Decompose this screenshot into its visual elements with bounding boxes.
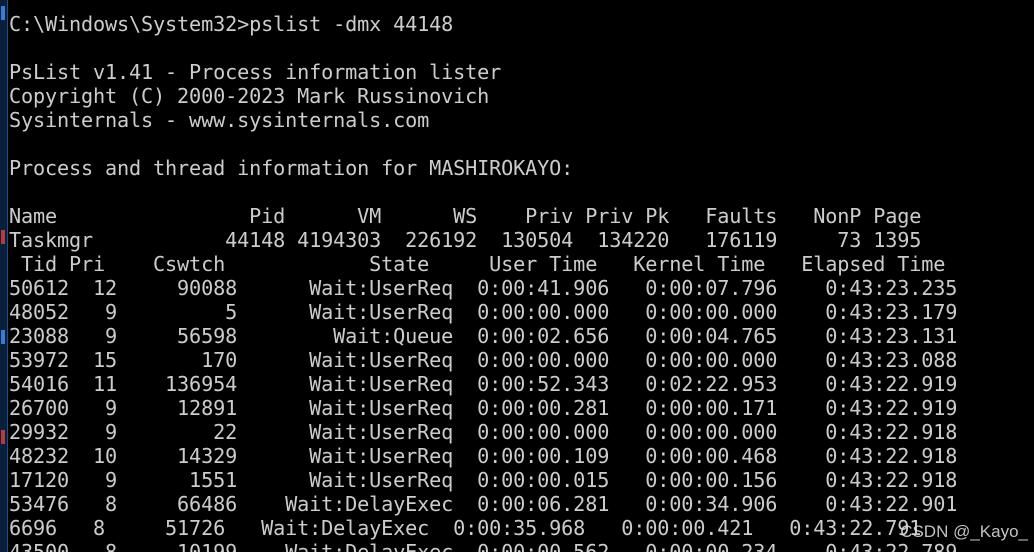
process-row: Taskmgr 44148 4194303 226192 130504 1342… — [9, 228, 922, 252]
editor-gutter — [0, 0, 8, 552]
banner-line: Sysinternals - www.sysinternals.com — [9, 108, 430, 132]
thread-row: 17120 9 1551 Wait:UserReq 0:00:00.015 0:… — [9, 468, 958, 492]
command-line: C:\Windows\System32>pslist -dmx 44148 — [9, 12, 454, 36]
thread-row: 6696 8 51726 Wait:DelayExec 0:00:35.968 … — [9, 516, 922, 540]
thread-row: 50612 12 90088 Wait:UserReq 0:00:41.906 … — [9, 276, 958, 300]
console-output[interactable]: C:\Windows\System32>pslist -dmx 44148 Ps… — [9, 0, 1034, 552]
console-window: C:\Windows\System32>pslist -dmx 44148 Ps… — [0, 0, 1034, 552]
watermark: CSDN @_Kayo_ — [900, 522, 1028, 541]
process-table-header: Name Pid VM WS Priv Priv Pk Faults NonP … — [9, 204, 922, 228]
banner-line: PsList v1.41 - Process information liste… — [9, 60, 502, 84]
thread-row: 26700 9 12891 Wait:UserReq 0:00:00.281 0… — [9, 396, 958, 420]
gutter-marker — [1, 230, 5, 244]
thread-row: 53972 15 170 Wait:UserReq 0:00:00.000 0:… — [9, 348, 958, 372]
thread-row: 48052 9 5 Wait:UserReq 0:00:00.000 0:00:… — [9, 300, 958, 324]
thread-row: 53476 8 66486 Wait:DelayExec 0:00:06.281… — [9, 492, 958, 516]
section-heading: Process and thread information for MASHI… — [9, 156, 574, 180]
thread-row: 29932 9 22 Wait:UserReq 0:00:00.000 0:00… — [9, 420, 958, 444]
thread-table-header: Tid Pri Cswtch State User Time Kernel Ti… — [9, 252, 946, 276]
gutter-marker — [1, 6, 5, 20]
gutter-marker — [1, 330, 5, 344]
thread-row: 48232 10 14329 Wait:UserReq 0:00:00.109 … — [9, 444, 958, 468]
thread-row: 43500 8 10199 Wait:DelayExec 0:00:00.562… — [9, 540, 958, 552]
thread-row: 23088 9 56598 Wait:Queue 0:00:02.656 0:0… — [9, 324, 958, 348]
thread-row: 54016 11 136954 Wait:UserReq 0:00:52.343… — [9, 372, 958, 396]
gutter-marker — [1, 430, 5, 444]
banner-line: Copyright (C) 2000-2023 Mark Russinovich — [9, 84, 490, 108]
